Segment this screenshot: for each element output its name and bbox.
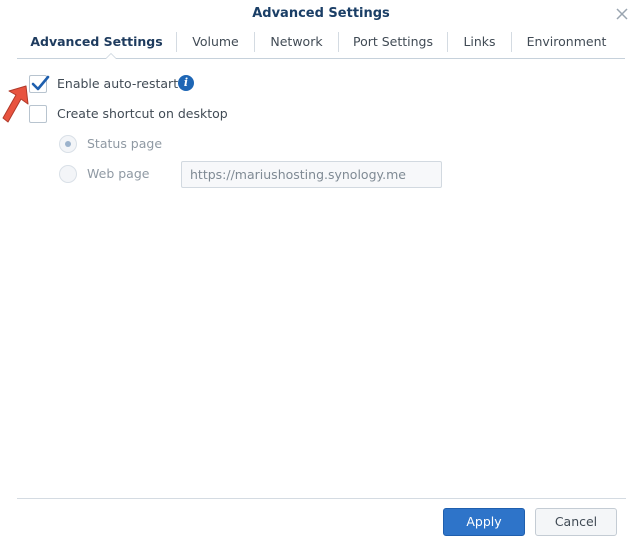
checkmark-icon [31, 75, 50, 91]
cancel-button[interactable]: Cancel [535, 508, 617, 536]
tab-volume[interactable]: Volume [177, 28, 254, 58]
footer-divider [17, 498, 626, 499]
tab-port-settings[interactable]: Port Settings [339, 28, 447, 58]
status-page-label: Status page [87, 136, 163, 151]
tab-links[interactable]: Links [448, 28, 511, 58]
title-bar: Advanced Settings [0, 0, 642, 28]
apply-button[interactable]: Apply [443, 508, 525, 536]
web-page-radio[interactable] [59, 165, 77, 183]
tab-advanced-settings[interactable]: Advanced Settings [17, 28, 176, 58]
info-icon[interactable]: i [178, 75, 194, 91]
close-icon[interactable] [614, 4, 630, 22]
window-title: Advanced Settings [252, 6, 390, 21]
tab-bar: Advanced Settings Volume Network Port Se… [17, 28, 625, 59]
annotation-arrow-icon [2, 85, 29, 123]
web-page-url-input[interactable] [181, 161, 442, 188]
desktop-shortcut-label: Create shortcut on desktop [57, 106, 228, 121]
tab-network[interactable]: Network [255, 28, 338, 58]
status-page-radio[interactable] [59, 135, 77, 153]
web-page-label: Web page [87, 166, 150, 181]
active-tab-indicator [105, 53, 117, 59]
tab-environment[interactable]: Environment [512, 28, 621, 58]
auto-restart-label: Enable auto-restart [57, 76, 179, 91]
